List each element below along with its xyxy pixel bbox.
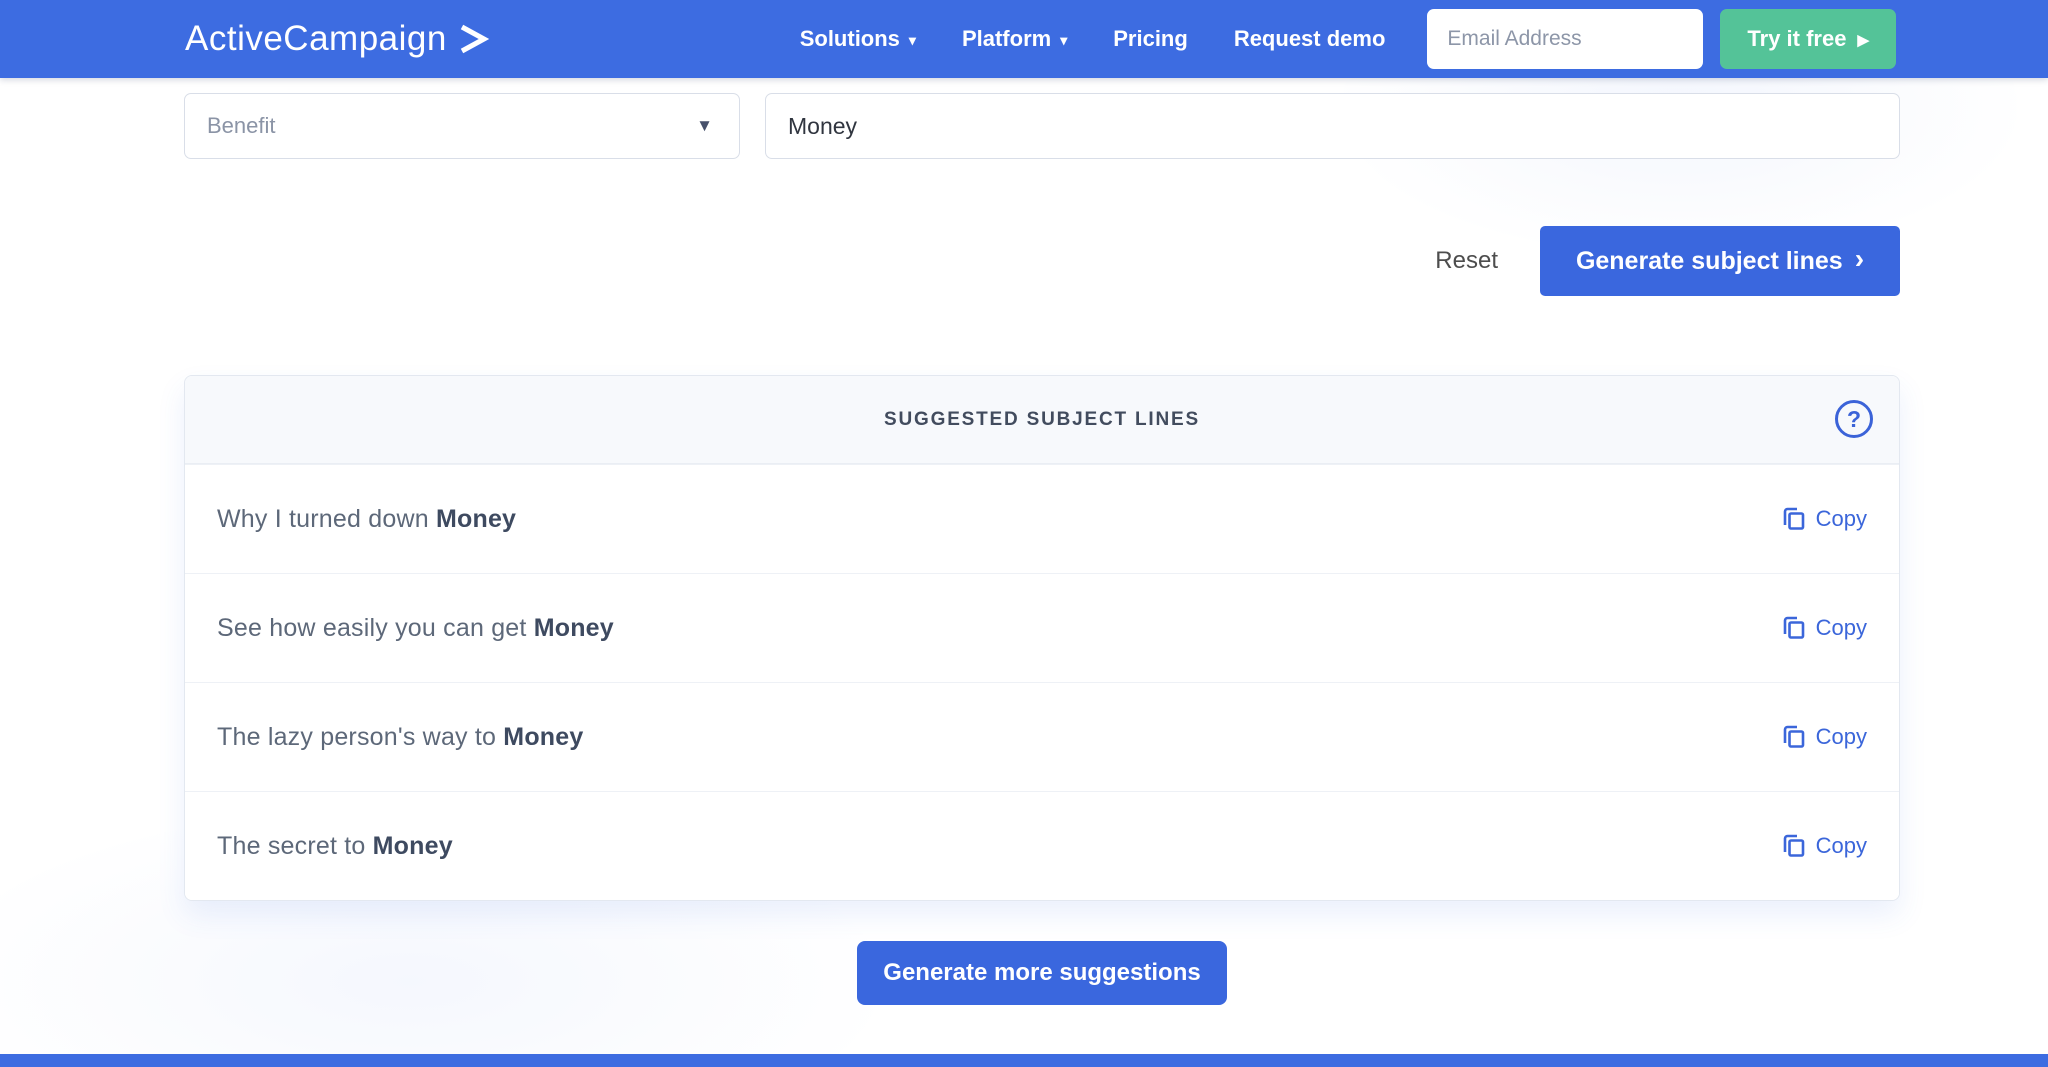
chevron-right-icon: ›	[1854, 243, 1865, 274]
subject-keyword: Money	[533, 613, 614, 642]
subject-keyword: Money	[503, 722, 584, 751]
main-nav: Solutions ▾ Platform ▾ Pricing Request d…	[800, 26, 1386, 52]
generate-more-suggestions-button[interactable]: Generate more suggestions	[857, 941, 1227, 1005]
copy-icon	[1782, 724, 1806, 750]
copy-button[interactable]: Copy	[1782, 506, 1867, 532]
top-navbar: ActiveCampaign Solutions ▾ Platform ▾ Pr…	[0, 0, 2048, 78]
help-icon[interactable]: ?	[1835, 400, 1873, 438]
footer-top-strip	[0, 1054, 2048, 1067]
panel-title: SUGGESTED SUBJECT LINES	[884, 408, 1200, 430]
chevron-down-icon: ▾	[1060, 32, 1068, 48]
subject-line-text: The lazy person's way to Money	[217, 723, 583, 752]
nav-label: Pricing	[1113, 26, 1188, 51]
subject-prefix: The lazy person's way to	[217, 722, 504, 751]
activecampaign-logo[interactable]: ActiveCampaign	[185, 19, 491, 59]
question-mark: ?	[1846, 405, 1862, 432]
subject-prefix: See how easily you can get	[217, 613, 534, 642]
logo-arrow-icon	[457, 24, 491, 59]
generate-subject-lines-button[interactable]: Generate subject lines ›	[1540, 226, 1900, 296]
generate-label: Generate subject lines	[1575, 246, 1843, 275]
copy-label: Copy	[1815, 615, 1867, 640]
email-input[interactable]	[1427, 9, 1704, 69]
copy-button[interactable]: Copy	[1782, 615, 1867, 641]
category-select[interactable]: Benefit ▼	[184, 93, 740, 159]
nav-label: Solutions	[799, 26, 900, 51]
copy-icon	[1782, 615, 1806, 641]
subject-keyword: Money	[435, 504, 517, 533]
subject-line-row: See how easily you can get Money Copy	[185, 573, 1899, 682]
reset-button[interactable]: Reset	[1435, 247, 1498, 275]
suggested-subject-lines-panel: SUGGESTED SUBJECT LINES ? Why I turned d…	[184, 375, 1900, 901]
nav-label: Request demo	[1233, 26, 1386, 51]
nav-label: Platform	[961, 26, 1052, 51]
subject-prefix: The secret to	[217, 831, 373, 860]
keyword-input[interactable]	[765, 93, 1900, 159]
nav-item-solutions[interactable]: Solutions ▾	[800, 26, 916, 52]
copy-icon	[1782, 833, 1806, 859]
subject-line-text: See how easily you can get Money	[217, 614, 614, 643]
copy-label: Copy	[1815, 833, 1867, 858]
subject-line-row: Why I turned down Money Copy	[185, 464, 1899, 573]
chevron-down-icon: ▾	[908, 32, 916, 48]
panel-header: SUGGESTED SUBJECT LINES ?	[185, 376, 1899, 464]
subject-line-row: The secret to Money Copy	[185, 791, 1899, 900]
category-select-value: Benefit	[207, 113, 276, 138]
try-it-free-button[interactable]: Try it free ▶	[1720, 9, 1896, 69]
logo-text: ActiveCampaign	[185, 19, 447, 58]
more-suggestions-area: Generate more suggestions	[184, 941, 1900, 1005]
subject-line-text: Why I turned down Money	[217, 505, 516, 534]
subject-keyword: Money	[372, 831, 453, 860]
chevron-down-icon: ▼	[696, 116, 713, 135]
copy-button[interactable]: Copy	[1782, 833, 1867, 859]
subject-line-text: The secret to Money	[217, 832, 453, 861]
form-actions: Reset Generate subject lines ›	[184, 226, 1900, 296]
try-it-free-label: Try it free	[1747, 26, 1847, 51]
copy-button[interactable]: Copy	[1782, 724, 1867, 750]
nav-item-platform[interactable]: Platform ▾	[962, 26, 1067, 52]
copy-label: Copy	[1815, 506, 1867, 531]
subject-prefix: Why I turned down	[217, 504, 436, 533]
subject-line-row: The lazy person's way to Money Copy	[185, 682, 1899, 791]
nav-item-pricing[interactable]: Pricing	[1113, 26, 1188, 52]
nav-item-request-demo[interactable]: Request demo	[1234, 26, 1386, 52]
subject-line-generator: Benefit ▼ Reset Generate subject lines ›…	[184, 93, 1900, 1005]
generator-form: Benefit ▼	[184, 93, 1900, 159]
copy-label: Copy	[1815, 724, 1867, 749]
play-arrow-icon: ▶	[1857, 32, 1869, 49]
copy-icon	[1782, 506, 1806, 532]
